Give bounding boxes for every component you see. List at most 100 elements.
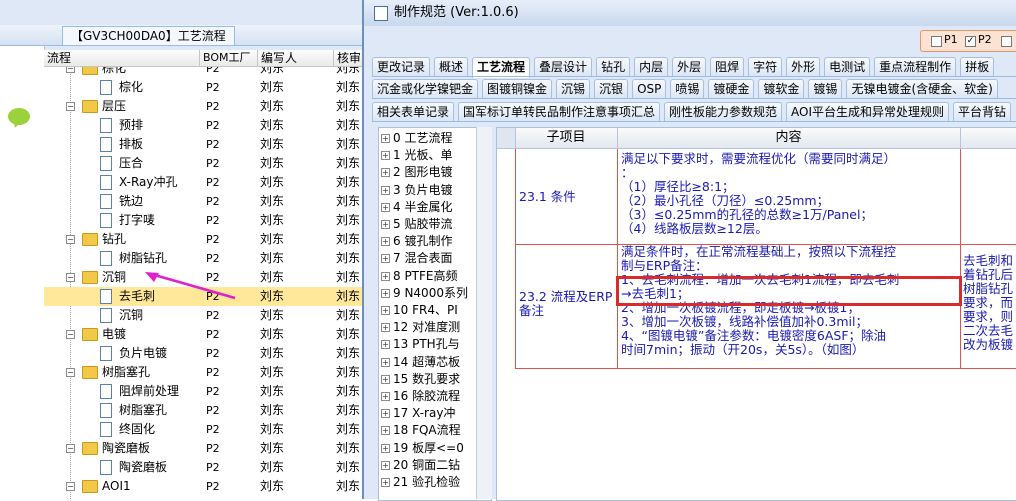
section-tree-item[interactable]: +13 PTH孔与 — [381, 336, 460, 353]
expand-toggle-icon[interactable]: − — [66, 273, 75, 282]
expand-toggle-icon[interactable]: + — [381, 271, 390, 281]
col-header-author[interactable]: 编写人 — [258, 50, 334, 66]
tab-tabs_row3-2[interactable]: 刚性板能力参数规范 — [664, 102, 783, 121]
section-tree-item[interactable]: +14 超薄芯板 — [381, 354, 460, 371]
expand-toggle-icon[interactable]: + — [381, 340, 390, 350]
tree-row[interactable]: 预排 P2 刘东 刘东 — [44, 116, 362, 135]
tab-tabs_row1-8[interactable]: 字符 — [748, 57, 783, 76]
section-tree-item[interactable]: +21 验孔检验 — [381, 474, 460, 491]
section-tree-item[interactable]: +16 除胶流程 — [381, 388, 460, 405]
section-tree-item[interactable]: +8 PTFE高频 — [381, 268, 458, 285]
tree-row[interactable]: 压合 P2 刘东 刘东 — [44, 154, 362, 173]
section-tree-item[interactable]: +2 图形电镀 — [381, 164, 452, 181]
tab-tabs_row3-4[interactable]: 平台背钻 — [953, 102, 1012, 121]
tab-tabs_row2-9[interactable]: 无镍电镀金(含硬金、软金) — [846, 79, 998, 98]
expand-toggle-icon[interactable]: + — [381, 237, 390, 247]
expand-toggle-icon[interactable]: + — [381, 288, 390, 298]
expand-toggle-icon[interactable]: + — [381, 323, 390, 333]
tree-row[interactable]: 树脂钻孔 P2 刘东 刘东 — [44, 249, 362, 268]
section-tree-item[interactable]: +10 FR4、PI — [381, 302, 458, 319]
tab-tabs_row2-6[interactable]: 镀硬金 — [708, 79, 755, 98]
col-header-bom[interactable]: BOM工厂 — [200, 50, 258, 66]
expand-toggle-icon[interactable]: + — [381, 443, 390, 453]
expand-toggle-icon[interactable]: − — [66, 102, 75, 111]
expand-toggle-icon[interactable]: + — [381, 134, 390, 143]
col-header-content[interactable]: 内容 — [617, 128, 961, 148]
tab-tabs_row1-4[interactable]: 钻孔 — [596, 57, 631, 76]
tab-tabs_row2-4[interactable]: OSP — [632, 79, 667, 98]
col-header-extra[interactable] — [960, 128, 1016, 148]
row2-extra-content[interactable]: 去毛刺和 着钻孔后 树脂钻孔 要求，而 要求，则 二次去毛 改为板镀 — [963, 254, 1016, 352]
tab-tabs_row2-7[interactable]: 镀软金 — [758, 79, 805, 98]
expand-toggle-icon[interactable]: + — [381, 392, 390, 401]
expand-toggle-icon[interactable]: + — [381, 254, 390, 264]
tab-tabs_row1-12[interactable]: 拼板 — [960, 57, 995, 76]
tree-row[interactable]: 铣边 P2 刘东 刘东 — [44, 192, 362, 211]
tree-row[interactable]: 树脂塞孔 P2 刘东 刘东 — [44, 401, 362, 420]
expand-toggle-icon[interactable]: + — [381, 151, 390, 161]
tab-tabs_row3-1[interactable]: 国军标订单转民品制作注意事项汇总 — [458, 102, 661, 121]
comment-icon[interactable] — [8, 108, 30, 125]
tree-row[interactable]: − AOI1 P2 刘东 刘东 — [44, 477, 362, 496]
tab-tabs_row2-3[interactable]: 沉银 — [594, 79, 629, 98]
col-header-process[interactable]: 流程 — [44, 50, 200, 66]
row1-content[interactable]: 满足以下要求时，需要流程优化（需要同时满足）：（1）厚径比≥8:1； （2）最小孔… — [621, 152, 957, 236]
tab-tabs_row2-1[interactable]: 图镀铜镍金 — [482, 79, 553, 98]
section-tree-item[interactable]: +1 光板、单 — [381, 147, 452, 164]
section-tree-item[interactable]: +19 板厚<=0 — [381, 440, 464, 457]
row1-subitem[interactable]: 23.1 条件 — [519, 190, 576, 204]
section-tree-item[interactable]: +12 对准度测 — [381, 319, 460, 336]
tab-tabs_row2-2[interactable]: 沉锡 — [556, 79, 591, 98]
p2-checkbox[interactable]: ✓ — [965, 36, 976, 47]
expand-toggle-icon[interactable]: + — [381, 357, 390, 367]
tree-row[interactable]: 阻焊前处理 P2 刘东 刘东 — [44, 382, 362, 401]
section-tree-item[interactable]: +5 贴胶带流 — [381, 216, 452, 233]
section-tree-item[interactable]: +3 负片电镀 — [381, 182, 452, 199]
expand-toggle-icon[interactable]: + — [381, 374, 390, 384]
expand-toggle-icon[interactable]: + — [381, 460, 390, 470]
section-tree-item[interactable]: +18 FQA流程 — [381, 422, 461, 439]
tree-row[interactable]: X-Ray冲孔 P2 刘东 刘东 — [44, 173, 362, 192]
tree-row[interactable]: 排板 P2 刘东 刘东 — [44, 135, 362, 154]
section-tree-item[interactable]: +7 混合表面 — [381, 250, 452, 267]
tab-tabs_row1-7[interactable]: 阻焊 — [710, 57, 745, 76]
section-tree-item[interactable]: +4 半金属化 — [381, 199, 452, 216]
tab-tabs_row1-9[interactable]: 外形 — [786, 57, 821, 76]
expand-toggle-icon[interactable]: + — [381, 168, 390, 178]
col-header-review[interactable]: 核审 — [334, 50, 362, 66]
section-tree-item[interactable]: +0 工艺流程 — [381, 130, 452, 147]
tree-row[interactable]: − 树脂塞孔 P2 刘东 刘东 — [44, 363, 362, 382]
tree-row[interactable]: 打字唛 P2 刘东 刘东 — [44, 211, 362, 230]
tab-tabs_row2-5[interactable]: 喷锡 — [670, 79, 705, 98]
section-tree-item[interactable]: +9 N4000系列 — [381, 285, 468, 302]
tab-tabs_row1-11[interactable]: 重点流程制作 — [874, 57, 957, 76]
expand-toggle-icon[interactable]: + — [381, 426, 390, 436]
expand-toggle-icon[interactable]: − — [66, 330, 75, 339]
col-header-subitem[interactable]: 子项目 — [515, 128, 618, 148]
expand-toggle-icon[interactable]: + — [381, 202, 390, 212]
tab-tabs_row3-0[interactable]: 相关表单记录 — [372, 102, 455, 121]
tab-tabs_row3-3[interactable]: AOI平台生成和异常处理规则 — [786, 102, 950, 121]
tab-tabs_row1-1[interactable]: 概述 — [434, 57, 469, 76]
tree-row[interactable]: − 陶瓷磨板 P2 刘东 刘东 — [44, 439, 362, 458]
tree-row[interactable]: − 钻孔 P2 刘东 刘东 — [44, 230, 362, 249]
tab-tabs_row1-10[interactable]: 电测试 — [824, 57, 871, 76]
expand-toggle-icon[interactable]: + — [381, 409, 390, 419]
expand-toggle-icon[interactable]: − — [66, 235, 75, 244]
tab-tabs_row1-6[interactable]: 外层 — [672, 57, 707, 76]
p3-checkbox[interactable] — [1001, 36, 1012, 47]
p1-checkbox[interactable] — [931, 36, 942, 47]
expand-toggle-icon[interactable]: − — [66, 67, 75, 73]
tab-tabs_row1-2[interactable]: 工艺流程 — [472, 57, 531, 78]
tree-row[interactable]: − 层压 P2 刘东 刘东 — [44, 97, 362, 116]
expand-toggle-icon[interactable]: − — [66, 482, 75, 491]
left-window-tab[interactable]: 【GV3CH00DA0】工艺流程 — [62, 26, 235, 45]
tree-row[interactable]: 负片电镀 P2 刘东 刘东 — [44, 344, 362, 363]
tab-tabs_row1-5[interactable]: 内层 — [634, 57, 669, 76]
tab-tabs_row1-0[interactable]: 更改记录 — [372, 57, 431, 76]
expand-toggle-icon[interactable]: + — [381, 306, 390, 315]
tree-row[interactable]: − 电镀 P2 刘东 刘东 — [44, 325, 362, 344]
tab-tabs_row2-8[interactable]: 镀锡 — [808, 79, 843, 98]
tree-row[interactable]: 陶瓷磨板 P2 刘东 刘东 — [44, 458, 362, 477]
tab-tabs_row2-0[interactable]: 沉金或化学镍钯金 — [372, 79, 479, 98]
